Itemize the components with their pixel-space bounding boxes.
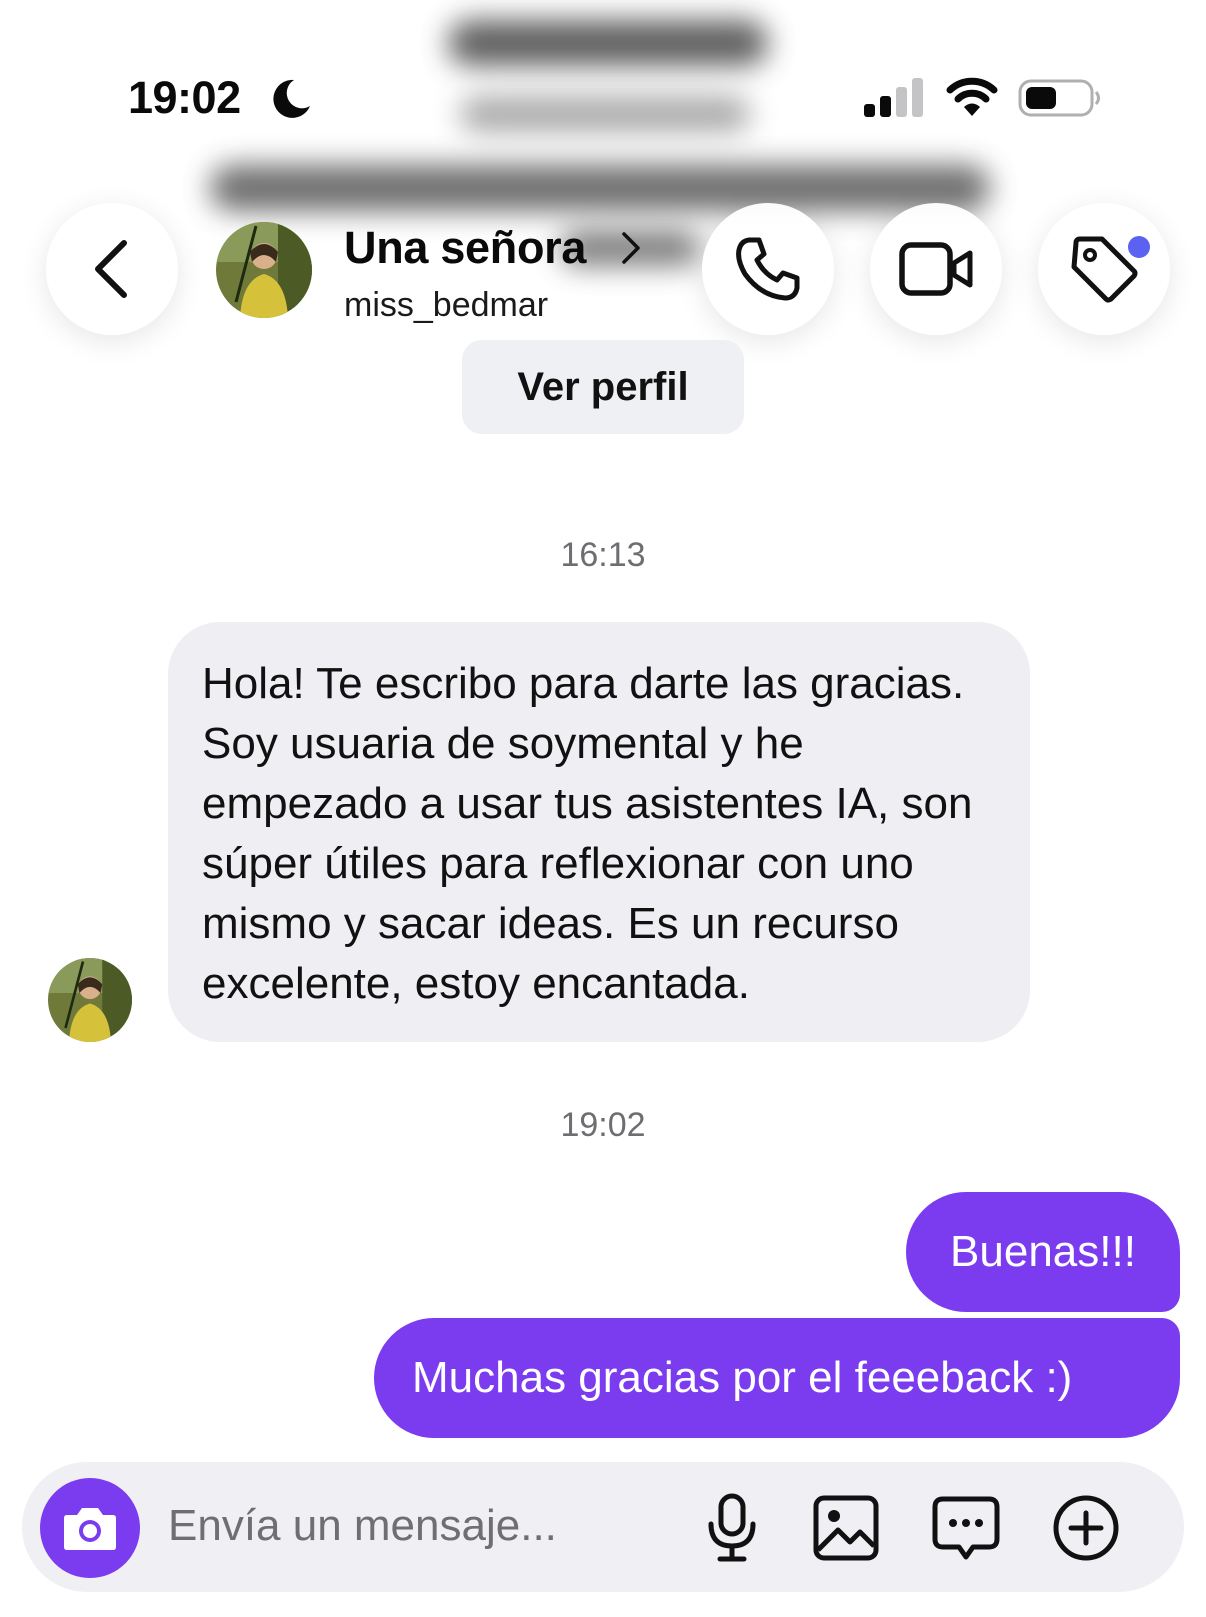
back-button[interactable]	[46, 203, 178, 335]
camera-button[interactable]	[40, 1478, 140, 1578]
gallery-icon	[813, 1495, 879, 1561]
outgoing-message-bubble[interactable]: Buenas!!!	[906, 1192, 1180, 1312]
outgoing-message-text: Buenas!!!	[950, 1227, 1136, 1276]
camera-icon	[64, 1508, 116, 1550]
incoming-message-text: Hola! Te escribo para darte las gracias.…	[202, 659, 973, 1008]
status-time: 19:02	[128, 72, 241, 123]
message-input[interactable]	[168, 1494, 648, 1558]
avatar-image	[48, 958, 132, 1042]
incoming-message-bubble[interactable]: Hola! Te escribo para darte las gracias.…	[168, 622, 1030, 1042]
outgoing-message-bubble[interactable]: Muchas gracias por el feeeback :)	[374, 1318, 1180, 1438]
microphone-icon	[708, 1493, 756, 1562]
timestamp: 19:02	[560, 1106, 646, 1144]
chat-screen: 19:02 Una señora miss_bedmar Ver perfil …	[0, 0, 1206, 1617]
contact-avatar[interactable]	[216, 222, 312, 318]
phone-icon	[736, 237, 800, 301]
audio-call-button[interactable]	[702, 203, 834, 335]
moon-icon	[273, 79, 310, 118]
blurred-profile-background	[0, 0, 1206, 330]
avatar-image	[216, 222, 312, 318]
tag-button[interactable]	[1038, 203, 1170, 335]
video-call-button[interactable]	[870, 203, 1002, 335]
wifi-icon	[946, 77, 998, 116]
sticker-icon	[932, 1496, 1000, 1560]
video-camera-icon	[899, 242, 973, 296]
plus-icon	[1053, 1495, 1119, 1561]
signal-icon	[864, 78, 923, 117]
gallery-button[interactable]	[810, 1492, 882, 1564]
view-profile-button[interactable]: Ver perfil	[462, 340, 744, 434]
timestamp: 16:13	[560, 536, 646, 574]
contact-handle[interactable]: miss_bedmar	[344, 286, 548, 325]
contact-name[interactable]: Una señora	[344, 222, 586, 274]
back-icon	[95, 240, 127, 298]
microphone-button[interactable]	[696, 1492, 768, 1564]
sender-avatar[interactable]	[48, 958, 132, 1042]
plus-button[interactable]	[1050, 1492, 1122, 1564]
battery-icon	[1018, 79, 1100, 117]
sticker-button[interactable]	[930, 1492, 1002, 1564]
notification-dot	[1128, 236, 1150, 258]
outgoing-message-text: Muchas gracias por el feeeback :)	[412, 1353, 1073, 1402]
chevron-right-icon[interactable]	[620, 230, 644, 266]
